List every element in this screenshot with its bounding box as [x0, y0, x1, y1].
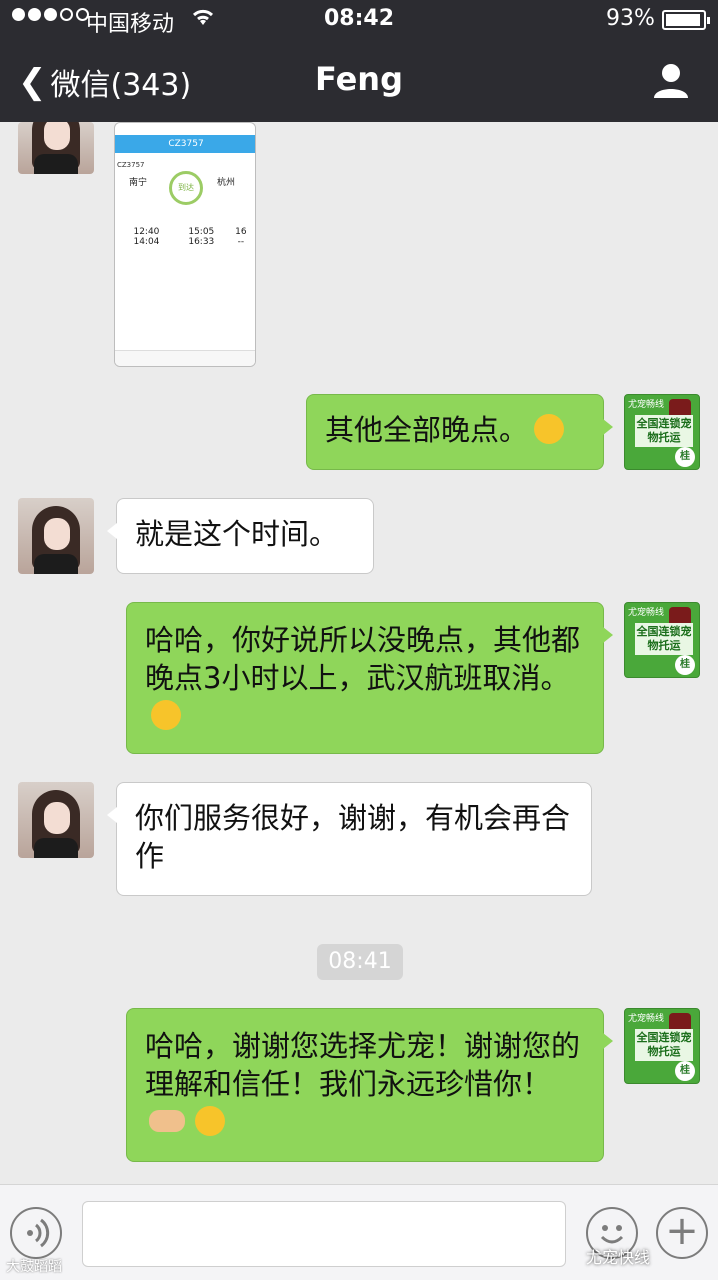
chat-title: Feng — [315, 60, 403, 98]
status-bar: 中国移动 08:42 93% — [0, 0, 718, 40]
shot-flight-no: CZ3757 — [117, 161, 145, 169]
message-text: 哈哈，谢谢您选择尤宠！谢谢您的理解和信任！我们永远珍惜你！ — [145, 1029, 581, 1101]
shot-header: CZ3757 — [115, 135, 255, 153]
message-text: 其他全部晚点。 — [325, 413, 529, 447]
contact-avatar[interactable] — [18, 122, 94, 174]
top-bar: 中国移动 08:42 93% ❮ 微信(343) Feng — [0, 0, 718, 122]
watermark-left: 大鼓蹈蹈 — [6, 1259, 62, 1275]
shared-screenshot-image[interactable]: CZ3757 CZ3757 南宁 到达 杭州 12:40 15:05 16 14:0… — [114, 122, 256, 367]
profile-icon[interactable] — [652, 62, 690, 98]
shot-times-table: 12:40 15:05 16 14:04 16:33 -- — [119, 227, 253, 247]
message-input[interactable] — [82, 1201, 566, 1267]
voice-icon — [27, 1218, 50, 1248]
contact-avatar[interactable] — [18, 782, 94, 858]
message-text: 哈哈，你好说所以没晚点，其他都晚点3小时以上，武汉航班取消。 — [145, 623, 581, 695]
grin-sweat-emoji-icon — [534, 414, 565, 444]
time-divider: 08:41 — [317, 944, 403, 980]
business-avatar[interactable]: 尤宠畅线 全国连锁宠物托运 桂 — [624, 1008, 700, 1084]
contact-avatar[interactable] — [18, 498, 94, 574]
shot-toolbar — [115, 350, 255, 366]
my-message-bubble[interactable]: 其他全部晚点。 — [306, 394, 613, 470]
shot-to-city: 杭州 — [216, 178, 235, 188]
shocked-emoji-icon — [151, 700, 181, 730]
my-message-bubble[interactable]: 哈哈，你好说所以没晚点，其他都晚点3小时以上，武汉航班取消。 — [126, 602, 613, 754]
my-message-bubble[interactable]: 哈哈，谢谢您选择尤宠！谢谢您的理解和信任！我们永远珍惜你！ — [126, 1008, 613, 1162]
message-text: 就是这个时间。 — [135, 517, 339, 551]
more-options-button[interactable]: + — [656, 1207, 708, 1259]
battery-percent: 93% — [606, 6, 655, 31]
voice-input-button[interactable] — [10, 1207, 62, 1259]
table-row: 12:40 15:05 16 — [133, 227, 247, 237]
shot-from-city: 南宁 — [129, 178, 148, 188]
business-avatar[interactable]: 尤宠畅线 全国连锁宠物托运 桂 — [624, 602, 700, 678]
plus-icon: + — [665, 1208, 699, 1254]
their-message-bubble[interactable]: 你们服务很好，谢谢，有机会再合作 — [107, 782, 592, 896]
business-avatar[interactable]: 尤宠畅线 全国连锁宠物托运 桂 — [624, 394, 700, 470]
watermark-right: 尤宠快线 — [586, 1248, 651, 1267]
battery-icon — [662, 10, 710, 30]
table-row: 14:04 16:33 -- — [133, 237, 245, 247]
message-text: 你们服务很好，谢谢，有机会再合作 — [135, 801, 571, 873]
their-message-bubble[interactable]: 就是这个时间。 — [107, 498, 374, 574]
hug-emoji-icon — [195, 1106, 225, 1136]
shot-status: 到达 — [169, 171, 203, 205]
handshake-emoji-icon — [149, 1110, 185, 1132]
